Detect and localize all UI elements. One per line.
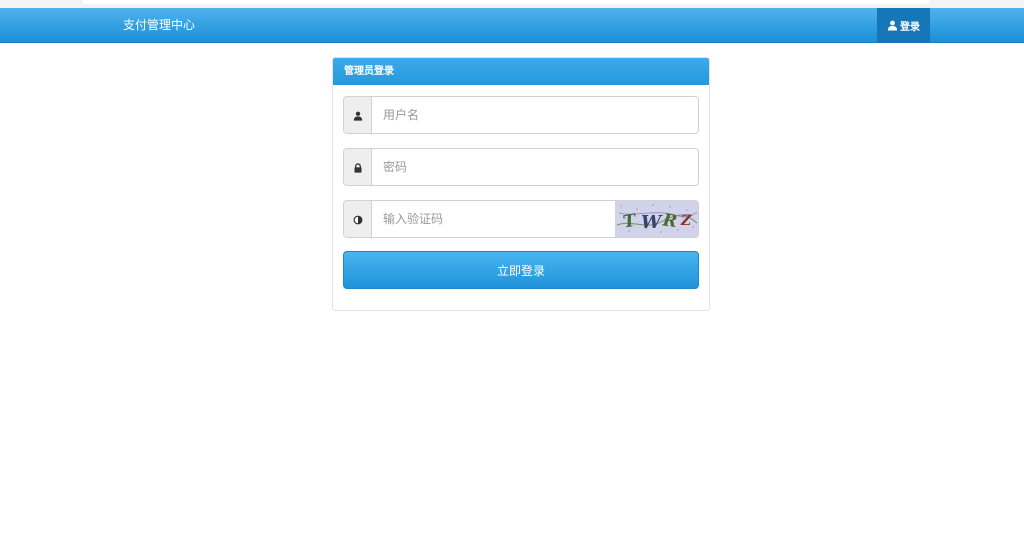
user-icon: [887, 20, 898, 31]
username-input[interactable]: [372, 97, 698, 133]
svg-text:W: W: [641, 212, 663, 233]
admin-login-panel: 管理员登录 用户名 输入验证码 T W R Z 立即登录: [332, 57, 710, 311]
brand-title[interactable]: 支付管理中心: [123, 8, 195, 43]
username-addon: [344, 97, 372, 133]
browser-top-strip: [0, 0, 1024, 8]
user-icon: [353, 106, 363, 125]
captcha-image[interactable]: T W R Z: [615, 201, 698, 237]
captcha-input[interactable]: [372, 201, 615, 237]
svg-text:Z: Z: [680, 213, 692, 229]
panel-title: 管理员登录: [333, 58, 709, 85]
captcha-group: T W R Z: [343, 200, 699, 238]
captcha-addon: [344, 201, 372, 237]
nav-login-button[interactable]: 登录: [877, 8, 930, 43]
username-group: [343, 96, 699, 134]
svg-text:R: R: [661, 210, 679, 232]
lock-icon: [353, 158, 363, 177]
password-addon: [344, 149, 372, 185]
password-input[interactable]: [372, 149, 698, 185]
password-group: [343, 148, 699, 186]
half-circle-icon: [353, 210, 363, 229]
nav-login-label: 登录: [900, 22, 920, 33]
login-submit-button[interactable]: 立即登录: [343, 251, 699, 289]
top-navbar: 支付管理中心 登录: [0, 8, 1024, 43]
browser-tab-edge: [82, 0, 930, 4]
